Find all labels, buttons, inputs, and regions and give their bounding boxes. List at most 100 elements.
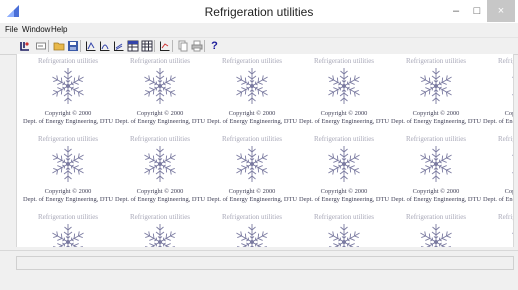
wallpaper-tile: Refrigeration utilitiesCopyright © 2000D… [480,135,513,212]
hs-diagram-button[interactable] [112,39,125,52]
ts-diagram-button[interactable] [98,39,111,52]
table-list-button[interactable] [140,39,153,52]
status-bar [0,250,518,290]
wallpaper-tile: Refrigeration utilitiesCopyright © 2000D… [296,213,392,247]
toolbar-separator [48,40,49,52]
maximize-button[interactable]: □ [467,0,487,22]
copy-icon [178,40,187,51]
new-document-icon [35,42,46,49]
tile-title: Refrigeration utilities [497,57,513,65]
snowflake-icon [328,224,360,247]
close-button[interactable]: × [487,0,515,22]
new-button[interactable] [34,39,47,52]
snowflake-icon [144,146,176,182]
tile-title: Refrigeration utilities [221,57,283,65]
tile-copyright: Copyright © 2000 [44,188,92,195]
table-grid-button[interactable] [126,39,139,52]
snowflake-icon [144,68,176,104]
wallpaper-tile: Refrigeration utilitiesCopyright © 2000D… [388,135,484,212]
tile-department: Dept. of Energy Engineering, DTU [206,118,298,125]
snowflake-icon [420,224,452,247]
wallpaper-tile: Refrigeration utilities Copyright © 2000D… [204,135,300,212]
tile-copyright: Copyright © 2000 [504,188,513,195]
tile-title: Refrigeration utilities [37,135,99,143]
wallpaper-tile: Refrigeration utilities Copyright © 2000D… [20,135,116,212]
tile-title: Refrigeration utilities [405,213,467,221]
snowflake-icon [512,76,513,96]
tile-title: Refrigeration utilities [405,135,467,143]
tile-title: Refrigeration utilities [497,135,513,143]
copy-button[interactable] [176,39,189,52]
snowflake-icon [328,68,360,104]
hs-diagram-icon [113,41,123,51]
wallpaper-tile: Refrigeration utilities Copyright © 2000D… [20,57,116,134]
tile-department: Dept. of Energy Engineering, DTU [482,118,513,125]
help-button[interactable]: ? [208,39,221,52]
menu-file[interactable]: File [5,25,18,34]
title-bar: Refrigeration utilities – □ × [0,0,518,24]
snowflake-icon [328,146,360,182]
ts-diagram-icon [99,41,109,51]
snowflake-icon [52,224,84,247]
toolbar: ? [0,37,518,55]
cycle-chart-icon [159,41,169,51]
open-button[interactable] [52,39,65,52]
tile-copyright: Copyright © 2000 [504,110,513,117]
tile-copyright: Copyright © 2000 [412,188,460,195]
tile-title: Refrigeration utilities [313,57,375,65]
menu-help[interactable]: Help [51,25,67,34]
wallpaper-tile: Refrigeration utilitiesCopyright © 2000D… [112,135,208,212]
tile-copyright: Copyright © 2000 [136,110,184,117]
snowflake-icon [236,68,268,104]
tile-department: Dept. of Energy Engineering, DTU [22,196,114,203]
tile-title: Refrigeration utilities [129,213,191,221]
print-button[interactable] [190,39,203,52]
wallpaper-tile: Refrigeration utilitiesCopyright © 2000D… [204,213,300,247]
tile-copyright: Copyright © 2000 [228,188,276,195]
print-icon [191,40,202,51]
wallpaper-tile: Refrigeration utilities Copyright © 2000D… [112,57,208,134]
wallpaper-tile: Refrigeration utilitiesCopyright © 2000D… [296,135,392,212]
tile-department: Dept. of Energy Engineering, DTU [390,118,482,125]
table-grid-icon [127,40,138,51]
tile-copyright: Copyright © 2000 [44,110,92,117]
tile-copyright: Copyright © 2000 [320,188,368,195]
save-button[interactable] [66,39,79,52]
tile-title: Refrigeration utilities [405,57,467,65]
snowflake-icon [236,146,268,182]
snowflake-icon [52,68,84,104]
menu-window[interactable]: Window [22,25,50,34]
tile-department: Dept. of Energy Engineering, DTU [298,118,390,125]
tile-title: Refrigeration utilities [129,57,191,65]
refrigerant-tool-button[interactable] [18,39,31,52]
tile-title: Refrigeration utilities [221,135,283,143]
cycle-chart-button[interactable] [158,39,171,52]
open-folder-icon [53,42,64,50]
tile-title: Refrigeration utilities [129,135,191,143]
snowflake-icon [52,146,84,182]
wallpaper-tile: Refrigeration utilitiesCopyright © 2000D… [480,213,513,247]
tile-department: Dept. of Energy Engineering, DTU [298,196,390,203]
wallpaper-tile: Refrigeration utilitiesCopyright © 2000D… [388,213,484,247]
tile-title: Refrigeration utilities [497,213,513,221]
log-ph-diagram-button[interactable] [84,39,97,52]
tile-department: Dept. of Energy Engineering, DTU [22,118,114,125]
wallpaper-tile: Refrigeration utilitiesCopyright © 2000D… [388,57,484,134]
tile-title: Refrigeration utilities [221,213,283,221]
wallpaper-tile: Refrigeration utilities Copyright © 2000D… [480,57,513,134]
minimize-button[interactable]: – [446,0,466,22]
tile-copyright: Copyright © 2000 [136,188,184,195]
window-title: Refrigeration utilities [204,5,314,19]
tile-title: Refrigeration utilities [37,57,99,65]
toolbar-separator [80,40,81,52]
save-disk-icon [67,40,78,51]
mdi-client-area[interactable]: Refrigeration utilities Copyright © 2000 D… [16,54,514,247]
tile-department: Dept. of Energy Engineering, DTU [114,118,206,125]
toolbar-separator [154,40,155,52]
tile-department: Dept. of Energy Engineering, DTU [206,196,298,203]
snowflake-icon [144,224,176,247]
snowflake-icon [236,224,268,247]
tile-title: Refrigeration utilities [313,213,375,221]
tile-copyright: Copyright © 2000 [320,110,368,117]
log-ph-diagram-icon [85,41,95,51]
